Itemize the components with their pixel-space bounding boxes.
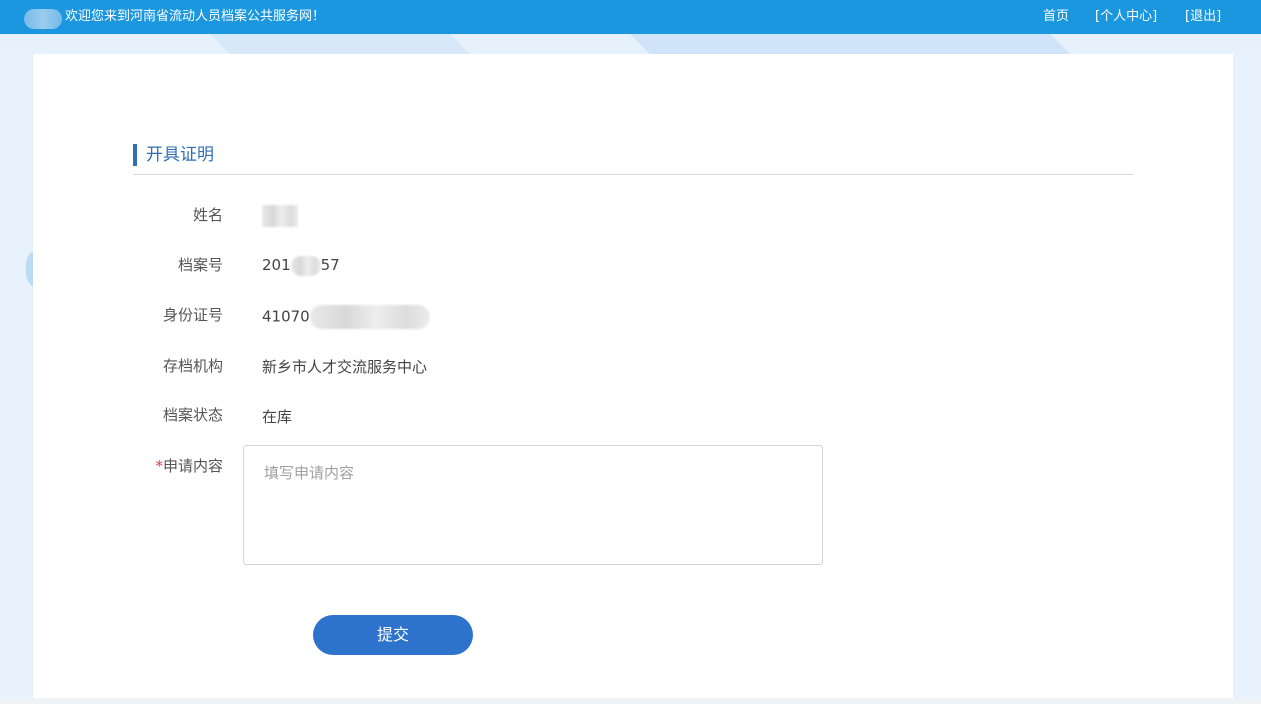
archive-number-label: 档案号	[177, 256, 223, 274]
redacted-name	[262, 205, 298, 227]
archive-number-value: 201 57	[262, 255, 340, 276]
name-label: 姓名	[192, 206, 223, 224]
nav-home-link[interactable]: 首页	[1043, 8, 1069, 25]
footer-strip	[0, 698, 1261, 704]
top-bar: 欢迎您来到河南省流动人员档案公共服务网！ 首页 [个人中心] [退出]	[0, 0, 1261, 34]
section-divider	[133, 174, 1133, 175]
name-value	[262, 205, 298, 227]
id-number-label: 身份证号	[162, 306, 223, 324]
archive-status-label: 档案状态	[162, 406, 223, 424]
archive-institution-label: 存档机构	[162, 357, 223, 375]
user-avatar	[24, 9, 62, 29]
required-mark: *	[155, 457, 163, 475]
request-content-label: *申请内容	[155, 457, 223, 475]
request-content-textarea[interactable]	[243, 445, 823, 565]
welcome-text: 欢迎您来到河南省流动人员档案公共服务网！	[65, 9, 326, 24]
nav-personal-center-link[interactable]: [个人中心]	[1095, 8, 1157, 25]
redacted-archive-number	[290, 255, 321, 276]
nav-logout-link[interactable]: [退出]	[1185, 8, 1221, 25]
section-title: 开具证明	[133, 144, 214, 166]
redacted-id-number	[309, 305, 430, 329]
background-decoration	[0, 34, 1261, 54]
archive-status-value: 在库	[262, 408, 293, 426]
archive-institution-value: 新乡市人才交流服务中心	[262, 358, 428, 376]
id-number-value: 41070	[262, 305, 430, 329]
submit-button[interactable]: 提交	[313, 615, 473, 655]
